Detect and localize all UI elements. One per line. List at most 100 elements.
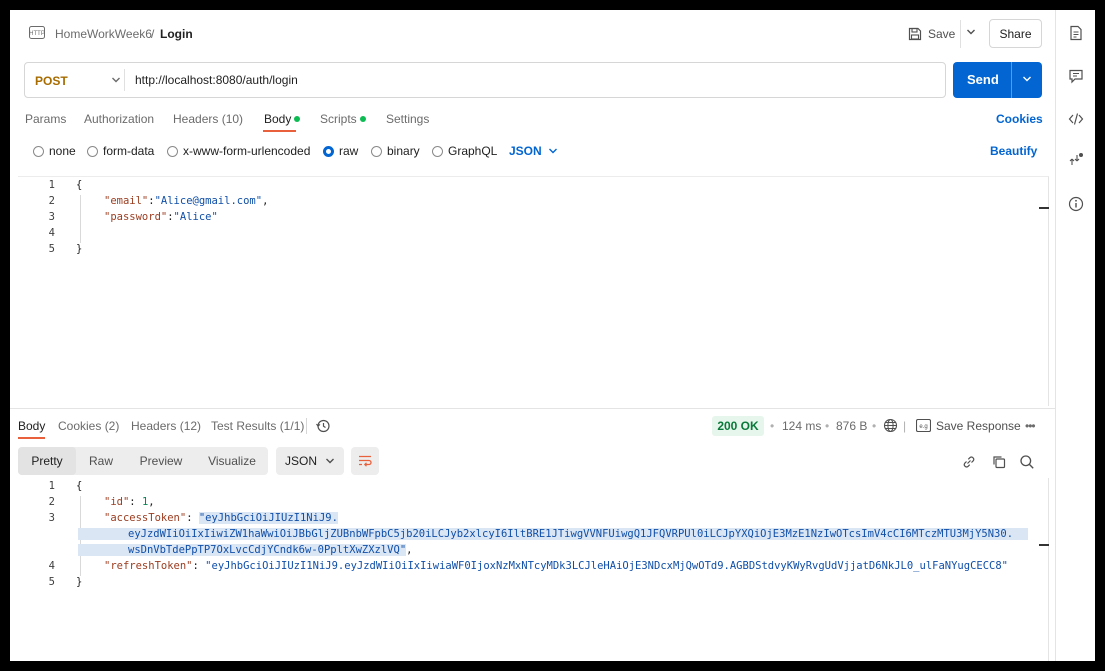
radio-label: none xyxy=(49,144,76,158)
radio-urlencoded[interactable]: x-www-form-urlencoded xyxy=(167,144,310,158)
chevron-down-icon[interactable] xyxy=(111,76,121,84)
save-button[interactable]: Save xyxy=(908,23,955,45)
save-icon xyxy=(908,27,922,41)
tab-settings[interactable]: Settings xyxy=(386,112,429,126)
response-size[interactable]: 876 B xyxy=(836,419,867,433)
tab-body[interactable]: Body xyxy=(264,112,301,126)
save-response-button[interactable]: Save Response xyxy=(936,419,1021,433)
divider xyxy=(1011,62,1012,98)
json-number: 1 xyxy=(141,496,149,508)
line-number: 2 xyxy=(48,195,55,207)
globe-icon[interactable] xyxy=(883,418,898,433)
tab-scripts[interactable]: Scripts xyxy=(320,112,366,126)
save-response-icon: e.g xyxy=(916,419,931,432)
json-string-selected: eyJzdWIiOiIxIiwiZW1haWwiOiJBbGljZUBnbWFp… xyxy=(128,528,1014,540)
json-key: "password" xyxy=(104,211,168,223)
response-tab-headers[interactable]: Headers (12) xyxy=(131,419,201,433)
beautify-button[interactable]: Beautify xyxy=(990,144,1037,158)
radio-label: GraphQL xyxy=(448,144,498,158)
code-line: } xyxy=(76,243,83,255)
code-line: "password":"Alice" xyxy=(104,211,218,223)
radio-circle xyxy=(33,145,44,157)
code-line: { xyxy=(76,179,83,191)
save-label: Save xyxy=(928,27,956,41)
tab-authorization[interactable]: Authorization xyxy=(84,112,154,126)
divider xyxy=(960,20,961,48)
breadcrumb-separator: / xyxy=(151,27,155,41)
active-tab-indicator xyxy=(263,130,296,132)
share-button[interactable]: Share xyxy=(989,19,1042,48)
response-body-viewer[interactable]: 1 2 3 4 5 { "id": 1, "accessToken": "eyJ… xyxy=(18,478,1049,661)
send-label: Send xyxy=(967,72,999,87)
chevron-down-icon xyxy=(326,458,335,464)
status-badge[interactable]: 200 OK xyxy=(712,416,764,436)
view-preview-button[interactable]: Preview xyxy=(126,447,196,475)
radio-graphql[interactable]: GraphQL xyxy=(432,144,497,158)
json-key: "accessToken" xyxy=(104,512,187,524)
request-body-editor[interactable]: 1 2 3 4 5 { "email":"Alice@gmail.com", "… xyxy=(18,176,1049,406)
status-dot xyxy=(294,115,301,122)
line-number: 3 xyxy=(48,512,55,524)
tab-headers[interactable]: Headers (10) xyxy=(173,112,243,126)
separator-dot: • xyxy=(770,419,775,433)
code-snippet-icon[interactable] xyxy=(1068,111,1084,127)
response-time[interactable]: 124 ms xyxy=(782,419,821,433)
code-line: "email":"Alice@gmail.com", xyxy=(104,195,269,207)
code-line: "id": 1, xyxy=(104,496,155,508)
view-visualize-button[interactable]: Visualize xyxy=(196,447,268,475)
radio-label: form-data xyxy=(103,144,155,158)
cookies-link[interactable]: Cookies xyxy=(996,112,1043,126)
postman-window: HTTP HomeWorkWeek6 / Login Save Share PO… xyxy=(10,10,1095,661)
breadcrumb-collection[interactable]: HomeWorkWeek6 xyxy=(55,27,152,41)
response-format-select[interactable]: JSON xyxy=(276,447,344,475)
pane-divider[interactable] xyxy=(10,408,1055,409)
documentation-icon[interactable] xyxy=(1068,25,1084,41)
send-button[interactable]: Send xyxy=(953,62,1042,98)
radio-binary[interactable]: binary xyxy=(371,144,420,158)
view-pretty-button[interactable]: Pretty xyxy=(18,447,76,475)
json-key: "refreshToken" xyxy=(104,560,193,572)
tab-scripts-label: Scripts xyxy=(320,112,357,126)
response-tab-body[interactable]: Body xyxy=(18,419,45,433)
response-tab-test-results[interactable]: Test Results (1/1) xyxy=(211,419,304,433)
more-options-icon[interactable]: ••• xyxy=(1025,419,1036,433)
request-header: HTTP HomeWorkWeek6 / Login Save Share xyxy=(10,10,1055,56)
comments-icon[interactable] xyxy=(1068,68,1084,84)
separator-dot: • xyxy=(872,419,877,433)
line-number: 5 xyxy=(48,243,55,255)
response-tab-cookies[interactable]: Cookies (2) xyxy=(58,419,119,433)
scrollbar-marker[interactable] xyxy=(1039,207,1049,209)
method-select[interactable]: POST xyxy=(35,74,68,88)
url-input[interactable] xyxy=(135,73,925,87)
related-collections-icon[interactable] xyxy=(1068,152,1084,168)
code-line: wsDnVbTdePpTP7OxLvcCdjYCndk6w-0PpltXwZXz… xyxy=(78,544,412,556)
url-bar: POST xyxy=(24,62,946,98)
radio-circle xyxy=(432,145,443,157)
radio-label: raw xyxy=(339,144,359,158)
line-number: 1 xyxy=(48,179,55,191)
line-number: 4 xyxy=(48,560,55,572)
chevron-down-icon[interactable] xyxy=(966,28,976,36)
radio-none[interactable]: none xyxy=(33,144,76,158)
svg-text:e.g: e.g xyxy=(919,424,927,430)
link-icon[interactable] xyxy=(961,454,977,470)
wrap-lines-button[interactable] xyxy=(351,447,379,475)
line-number: 2 xyxy=(48,496,55,508)
search-icon[interactable] xyxy=(1019,454,1035,470)
radio-label: binary xyxy=(387,144,420,158)
divider: | xyxy=(903,419,907,433)
radio-form-data[interactable]: form-data xyxy=(87,144,154,158)
copy-icon[interactable] xyxy=(991,454,1007,470)
body-format-select[interactable]: JSON xyxy=(509,144,558,158)
response-format-label: JSON xyxy=(285,454,318,468)
radio-raw[interactable]: raw xyxy=(323,144,358,158)
chevron-down-icon xyxy=(548,148,557,154)
breadcrumb-request-name[interactable]: Login xyxy=(160,27,193,41)
code-line: "refreshToken": "eyJhbGciOiJIUzI1NiJ9.ey… xyxy=(104,560,1009,572)
chevron-down-icon[interactable] xyxy=(1022,75,1032,83)
scrollbar-marker[interactable] xyxy=(1039,544,1049,546)
history-icon[interactable] xyxy=(315,418,331,434)
info-icon[interactable] xyxy=(1068,196,1084,212)
tab-params[interactable]: Params xyxy=(25,112,66,126)
view-raw-button[interactable]: Raw xyxy=(76,447,126,475)
